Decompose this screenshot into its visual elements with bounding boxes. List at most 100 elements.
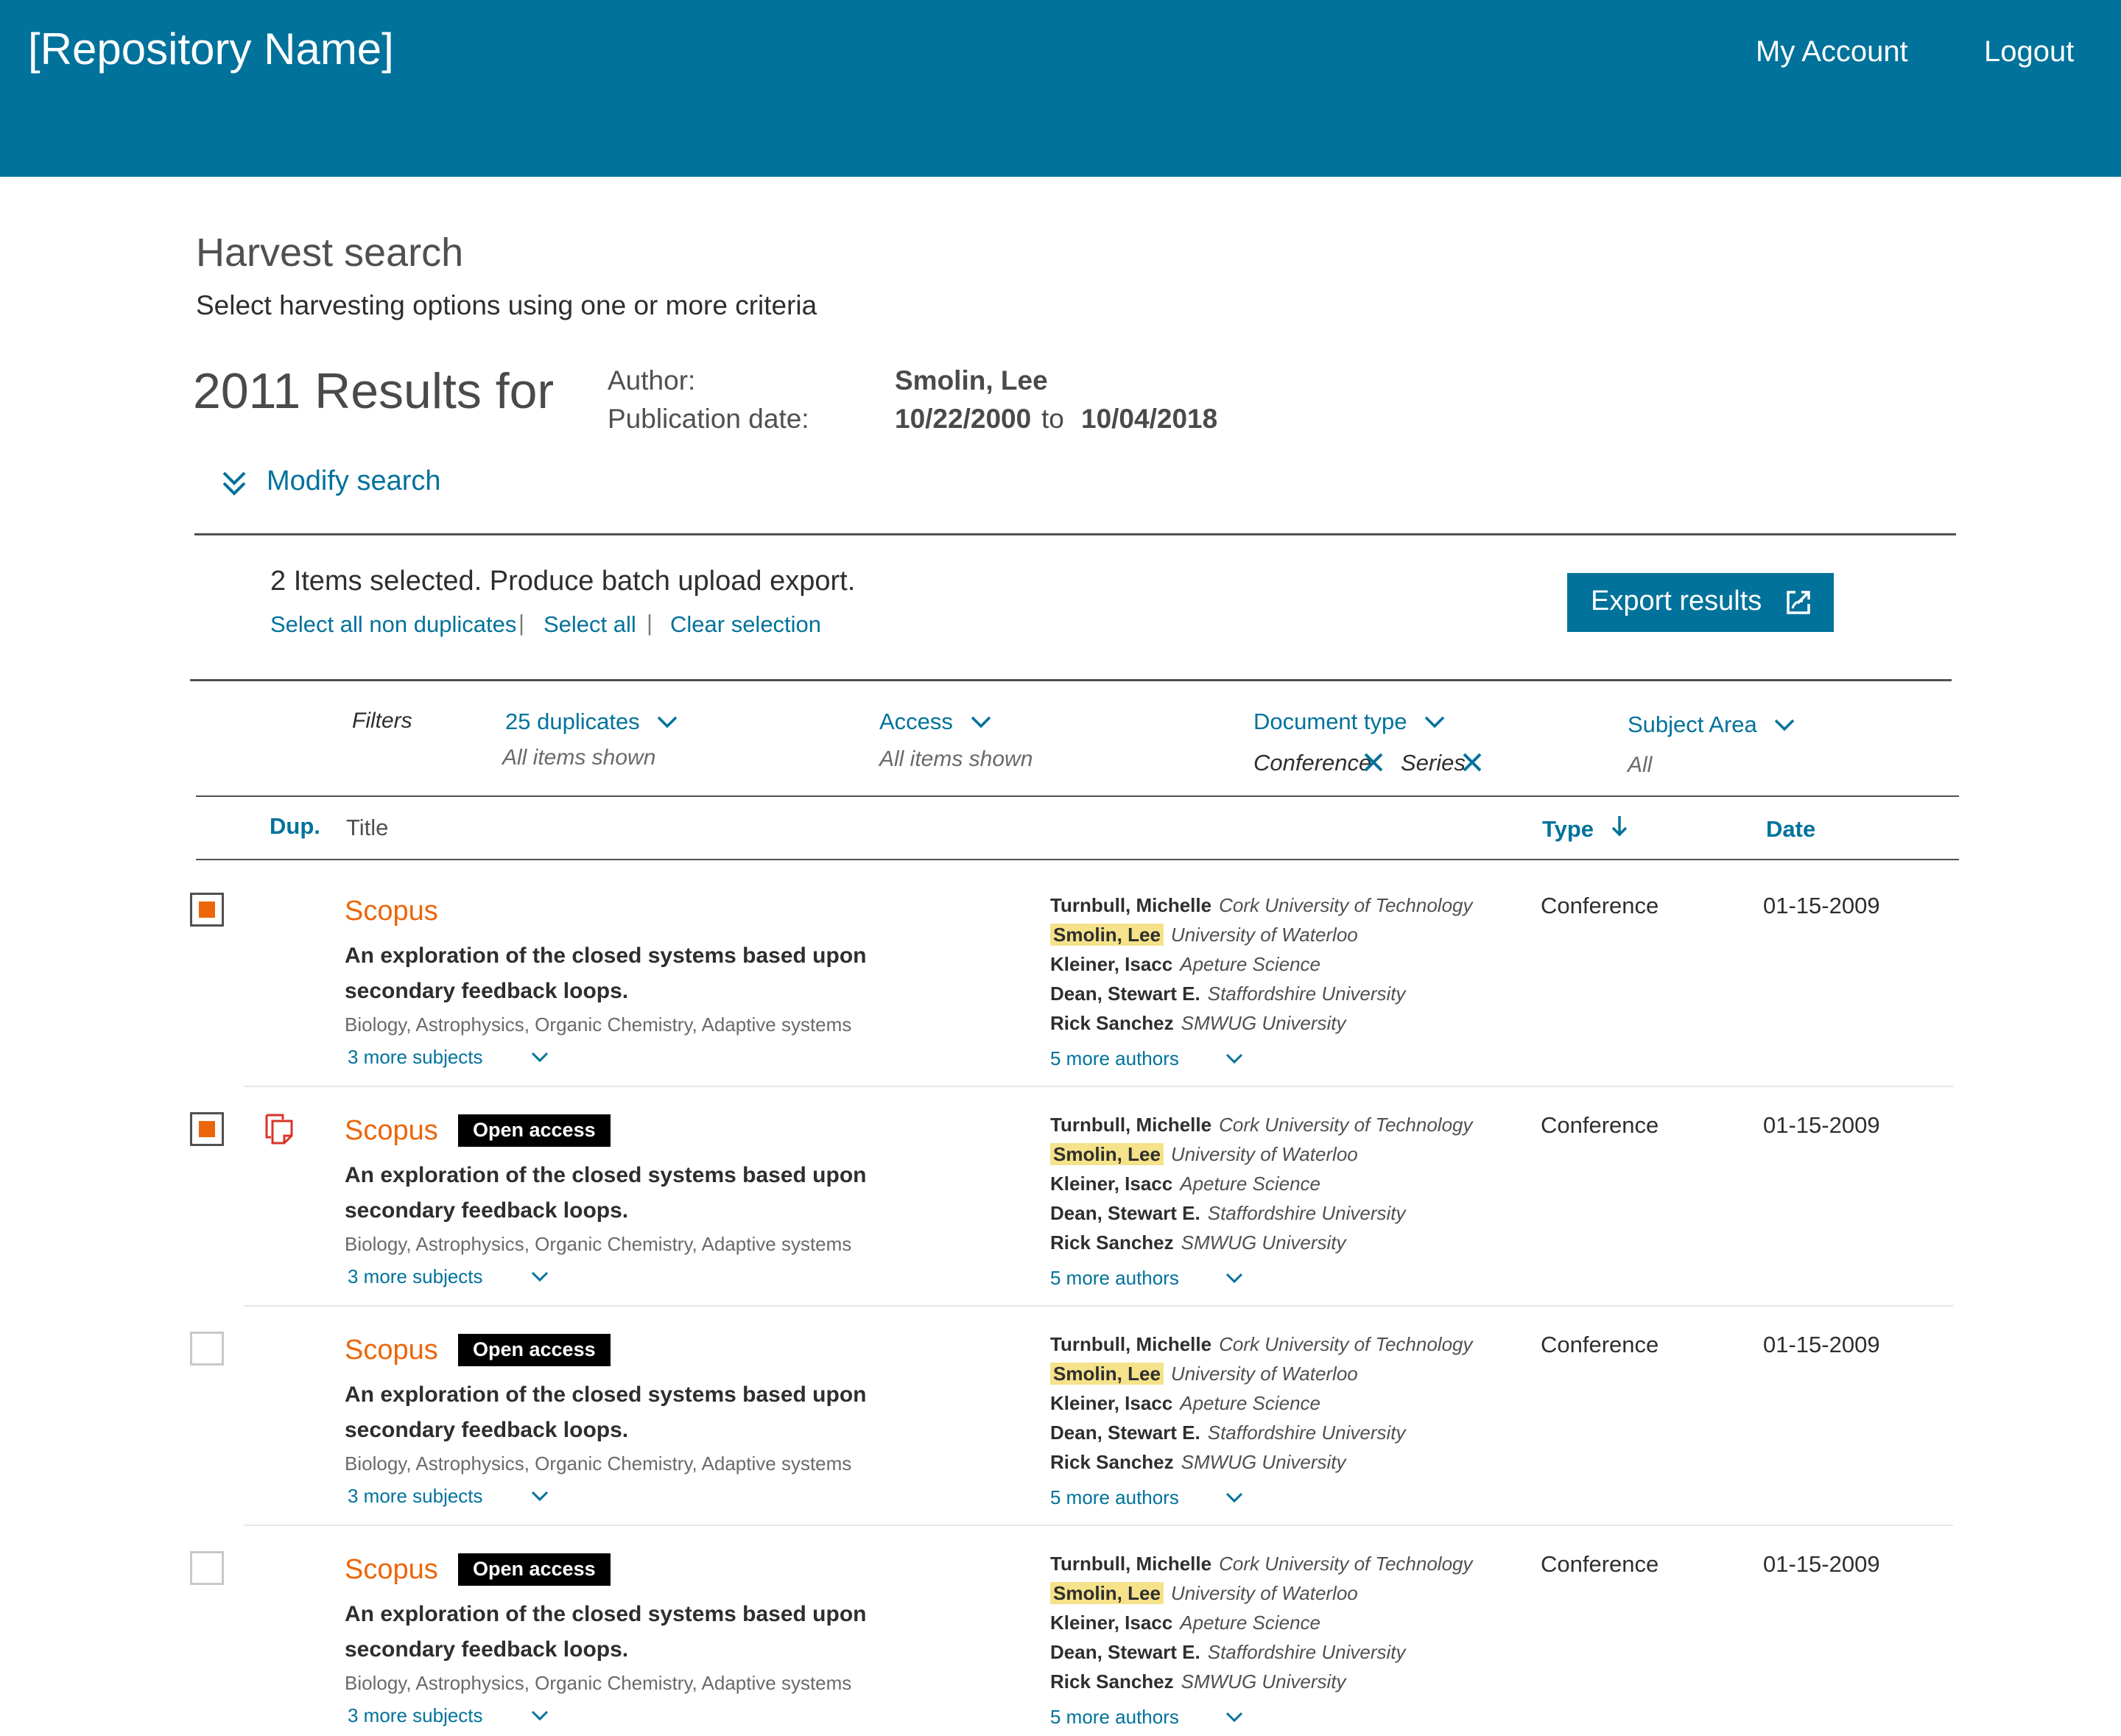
double-chevron-down-icon[interactable]	[219, 468, 249, 498]
author-name[interactable]: Kleiner, Isacc	[1050, 1612, 1172, 1634]
sort-arrow-down-icon	[1611, 816, 1627, 837]
source-link[interactable]: Scopus	[345, 896, 438, 927]
author-name[interactable]: Turnbull, Michelle	[1050, 1333, 1211, 1355]
more-subjects-link[interactable]: 3 more subjects	[348, 1704, 549, 1727]
source-link[interactable]: Scopus	[345, 1335, 438, 1366]
author-name[interactable]: Rick Sanchez	[1050, 1670, 1174, 1693]
column-header-date[interactable]: Date	[1766, 816, 1815, 843]
author-name[interactable]: Turnbull, Michelle	[1050, 894, 1211, 916]
row-checkbox[interactable]	[190, 1112, 224, 1146]
more-subjects-link[interactable]: 3 more subjects	[348, 1046, 549, 1069]
subject-area-filter-value: All	[1628, 753, 1653, 777]
author-name[interactable]: Turnbull, Michelle	[1050, 1114, 1211, 1136]
access-filter[interactable]: Access	[879, 709, 992, 735]
chevron-down-icon	[1225, 1712, 1242, 1723]
result-subjects: Biology, Astrophysics, Organic Chemistry…	[345, 1672, 852, 1694]
select-all-non-duplicates-link[interactable]: Select all non duplicates	[270, 611, 516, 638]
author-name[interactable]: Dean, Stewart E.	[1050, 1422, 1200, 1444]
author-entry: Turnbull, Michelle Cork University of Tec…	[1050, 1114, 1473, 1136]
modify-search-link[interactable]: Modify search	[267, 465, 441, 497]
export-results-label: Export results	[1591, 586, 1762, 616]
result-date: 01-15-2009	[1763, 1112, 1880, 1138]
author-entry: Kleiner, Isacc Apeture Science	[1050, 1392, 1320, 1415]
author-name[interactable]: Rick Sanchez	[1050, 1231, 1174, 1254]
author-name[interactable]: Turnbull, Michelle	[1050, 1553, 1211, 1575]
access-filter-value: All items shown	[879, 747, 1033, 771]
filter-chip-series: Series	[1401, 750, 1466, 776]
author-name[interactable]: Rick Sanchez	[1050, 1451, 1174, 1473]
author-affiliation: Apeture Science	[1180, 1392, 1321, 1414]
more-authors-link[interactable]: 5 more authors	[1050, 1706, 1244, 1729]
date-to-value: 10/04/2018	[1081, 404, 1218, 434]
author-value: Smolin, Lee	[895, 365, 1048, 396]
clear-selection-link[interactable]: Clear selection	[670, 611, 821, 638]
selection-message: 2 Items selected. Produce batch upload e…	[270, 566, 856, 597]
row-divider	[245, 1525, 1953, 1526]
chevron-down-icon	[531, 1710, 548, 1721]
result-date: 01-15-2009	[1763, 893, 1880, 918]
author-name[interactable]: Dean, Stewart E.	[1050, 1202, 1200, 1224]
row-checkbox[interactable]	[190, 893, 224, 927]
column-header-type-label: Type	[1542, 816, 1594, 842]
duplicates-filter-value: All items shown	[502, 745, 656, 770]
author-name[interactable]: Rick Sanchez	[1050, 1012, 1174, 1034]
result-title[interactable]: An exploration of the closed systems bas…	[345, 938, 978, 1009]
author-name[interactable]: Smolin, Lee	[1050, 924, 1164, 946]
document-type-filter[interactable]: Document type	[1253, 709, 1446, 735]
export-results-button[interactable]: Export results	[1567, 573, 1834, 632]
author-name[interactable]: Kleiner, Isacc	[1050, 953, 1172, 975]
separator: |	[647, 610, 653, 636]
author-name[interactable]: Smolin, Lee	[1050, 1143, 1164, 1165]
subject-area-filter[interactable]: Subject Area	[1628, 711, 1795, 738]
logout-link[interactable]: Logout	[1984, 35, 2074, 68]
row-checkbox[interactable]	[190, 1551, 224, 1585]
more-subjects-link[interactable]: 3 more subjects	[348, 1485, 549, 1508]
more-authors-link[interactable]: 5 more authors	[1050, 1486, 1244, 1509]
author-name[interactable]: Smolin, Lee	[1050, 1363, 1164, 1385]
result-subjects: Biology, Astrophysics, Organic Chemistry…	[345, 1233, 852, 1255]
export-icon	[1787, 591, 1810, 614]
source-link[interactable]: Scopus	[345, 1115, 438, 1147]
author-name[interactable]: Kleiner, Isacc	[1050, 1173, 1172, 1195]
more-authors-link[interactable]: 5 more authors	[1050, 1047, 1244, 1070]
column-header-dup[interactable]: Dup.	[270, 813, 320, 840]
chevron-down-icon	[1424, 716, 1445, 728]
more-authors-link[interactable]: 5 more authors	[1050, 1267, 1244, 1290]
result-title[interactable]: An exploration of the closed systems bas…	[345, 1597, 978, 1668]
row-checkbox[interactable]	[190, 1332, 224, 1366]
divider	[196, 795, 1959, 797]
repository-name: [Repository Name]	[28, 24, 394, 74]
select-all-link[interactable]: Select all	[544, 611, 636, 638]
author-entry: Turnbull, Michelle Cork University of Tec…	[1050, 1333, 1473, 1356]
author-entry: Rick Sanchez SMWUG University	[1050, 1451, 1346, 1474]
author-name[interactable]: Kleiner, Isacc	[1050, 1392, 1172, 1414]
author-affiliation: SMWUG University	[1181, 1012, 1346, 1034]
my-account-link[interactable]: My Account	[1756, 35, 1908, 68]
result-title[interactable]: An exploration of the closed systems bas…	[345, 1377, 978, 1448]
page: [Repository Name] My Account Logout Harv…	[0, 0, 2121, 1736]
author-label: Author:	[608, 365, 696, 396]
result-title[interactable]: An exploration of the closed systems bas…	[345, 1158, 978, 1229]
remove-series-filter-icon[interactable]	[1461, 751, 1483, 773]
author-entry: Dean, Stewart E. Staffordshire University	[1050, 983, 1406, 1005]
author-affiliation: SMWUG University	[1181, 1451, 1346, 1473]
author-name[interactable]: Dean, Stewart E.	[1050, 1641, 1200, 1663]
column-header-type[interactable]: Type	[1542, 815, 1628, 843]
chevron-down-icon	[531, 1052, 548, 1063]
more-subjects-link[interactable]: 3 more subjects	[348, 1265, 549, 1288]
author-name[interactable]: Dean, Stewart E.	[1050, 983, 1200, 1005]
remove-conference-filter-icon[interactable]	[1362, 751, 1385, 773]
duplicates-filter[interactable]: 25 duplicates	[505, 709, 678, 735]
source-link[interactable]: Scopus	[345, 1554, 438, 1586]
author-affiliation: Apeture Science	[1180, 1612, 1321, 1634]
chevron-down-icon	[1225, 1053, 1242, 1064]
author-name[interactable]: Smolin, Lee	[1050, 1582, 1164, 1604]
result-type: Conference	[1541, 1551, 1659, 1577]
author-affiliation: SMWUG University	[1181, 1670, 1346, 1693]
author-affiliation: University of Waterloo	[1170, 1363, 1358, 1385]
author-entry: Smolin, Lee University of Waterloo	[1050, 924, 1358, 946]
divider	[194, 533, 1956, 535]
author-entry: Rick Sanchez SMWUG University	[1050, 1670, 1346, 1693]
access-filter-label: Access	[879, 709, 953, 734]
author-entry: Kleiner, Isacc Apeture Science	[1050, 1612, 1320, 1634]
